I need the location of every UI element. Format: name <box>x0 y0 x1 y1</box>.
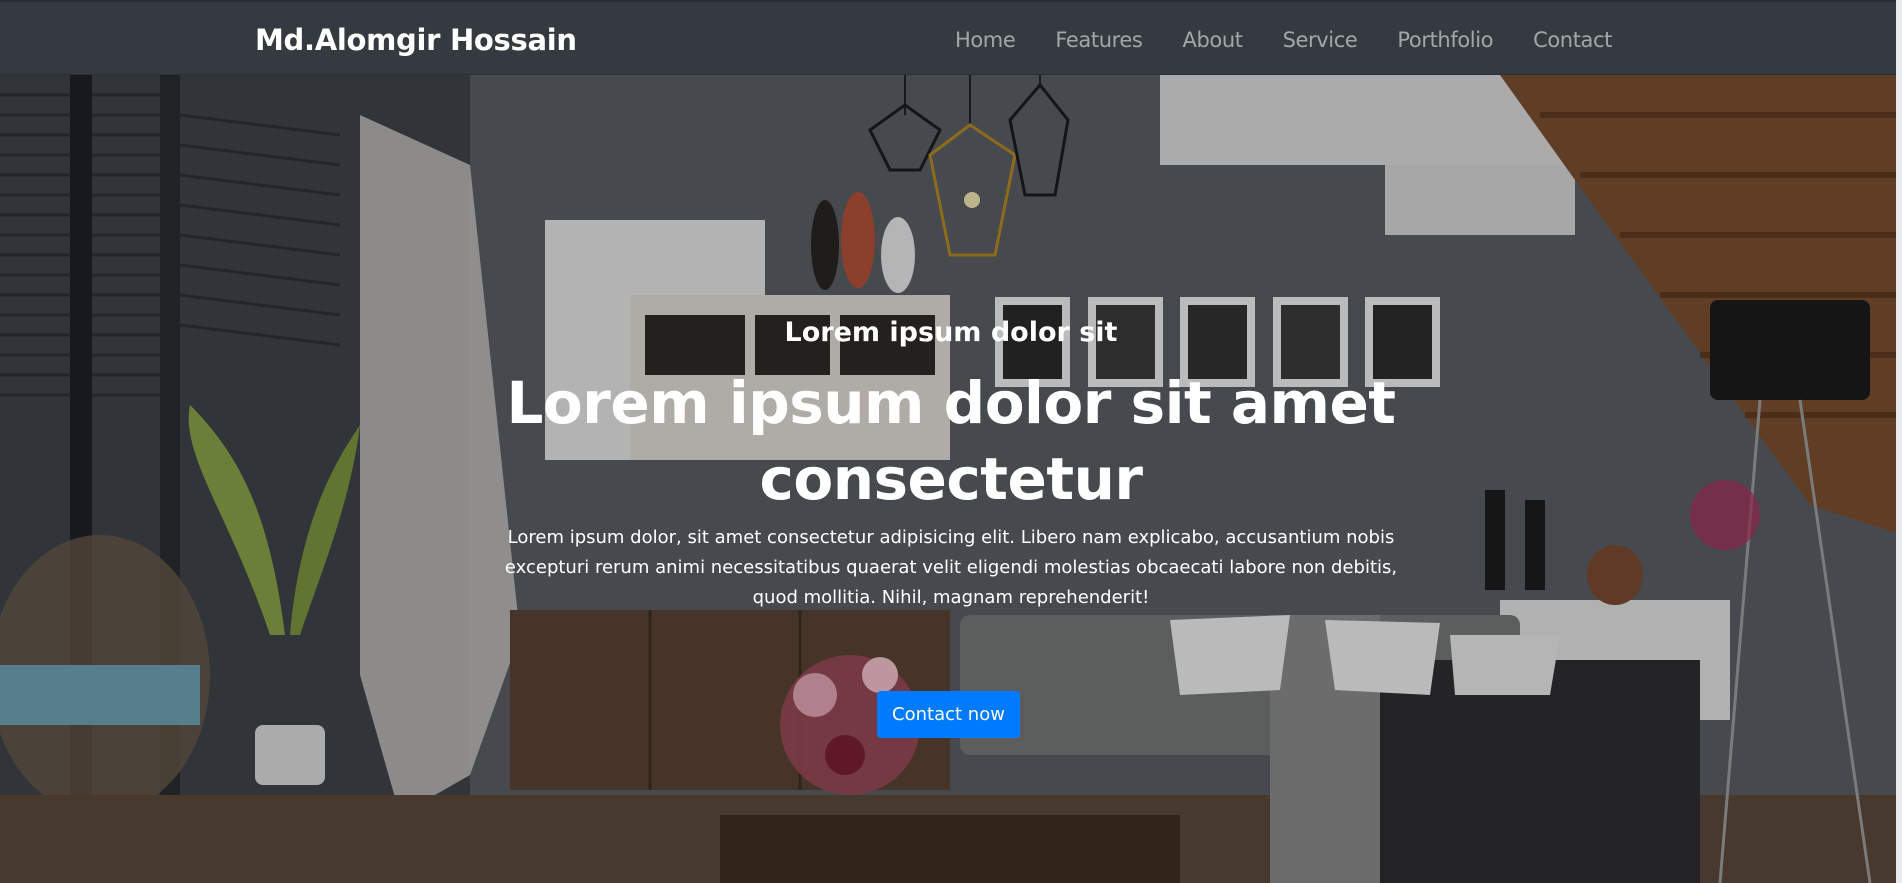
navbar: Md.Alomgir Hossain Home Features About S… <box>0 0 1902 75</box>
hero-headline: Lorem ipsum dolor sit amet consectetur <box>506 369 1396 513</box>
hero-content: Lorem ipsum dolor sit Lorem ipsum dolor … <box>0 75 1902 883</box>
nav-link-about[interactable]: About <box>1182 28 1242 52</box>
nav-link-home[interactable]: Home <box>955 28 1016 52</box>
nav-link-features[interactable]: Features <box>1055 28 1143 52</box>
contact-now-button[interactable]: Contact now <box>877 691 1020 738</box>
brand-logo-text[interactable]: Md.Alomgir Hossain <box>255 23 577 57</box>
nav-links: Home Features About Service Porthfolio C… <box>955 28 1612 52</box>
hero-eyebrow: Lorem ipsum dolor sit <box>784 317 1118 348</box>
nav-link-contact[interactable]: Contact <box>1533 28 1612 52</box>
hero-lead-text: Lorem ipsum dolor, sit amet consectetur … <box>504 527 1398 608</box>
window-scrollbar[interactable] <box>1896 0 1902 883</box>
nav-link-service[interactable]: Service <box>1283 28 1358 52</box>
hero-section: Lorem ipsum dolor sit Lorem ipsum dolor … <box>0 75 1902 883</box>
nav-link-portfolio[interactable]: Porthfolio <box>1397 28 1493 52</box>
